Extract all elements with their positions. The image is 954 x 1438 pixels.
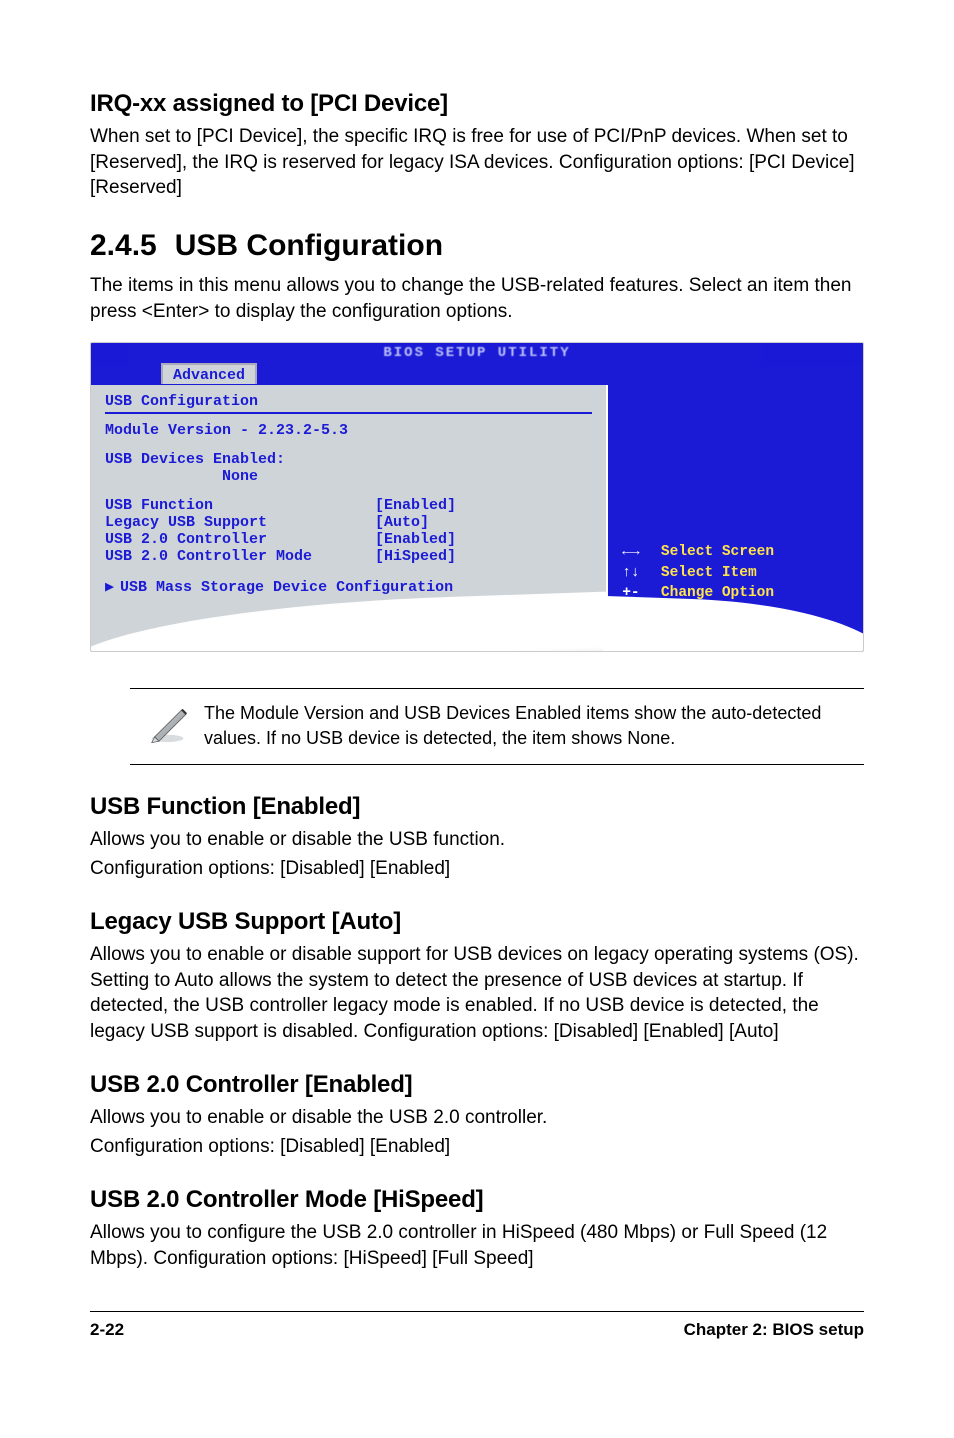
subsection-heading: USB 2.0 Controller Mode [HiSpeed] xyxy=(90,1186,864,1214)
page-footer: 2-22 Chapter 2: BIOS setup xyxy=(90,1311,864,1340)
bios-key-symbol: ↑↓ xyxy=(622,563,652,583)
bios-module-version: Module Version - 2.23.2-5.3 xyxy=(105,422,592,439)
bios-key-symbol: ←→ xyxy=(622,542,652,562)
note-pencil-icon xyxy=(134,701,204,747)
note-text: The Module Version and USB Devices Enabl… xyxy=(204,701,860,750)
subsection-paragraph: Allows you to configure the USB 2.0 cont… xyxy=(90,1220,864,1271)
bios-setting-row: USB 2.0 Controller Mode [HiSpeed] xyxy=(105,548,592,565)
bios-key-label: Select Screen xyxy=(652,544,774,560)
bios-pane-title: USB Configuration xyxy=(105,391,592,414)
bios-key-legend: ←→ Select Screen↑↓ Select Item+- Change … xyxy=(622,542,853,603)
bios-key-row: ←→ Select Screen xyxy=(622,542,853,562)
section-number: 2.4.5 xyxy=(90,229,157,263)
subsection: Legacy USB Support [Auto] Allows you to e… xyxy=(90,908,864,1045)
subsection-paragraph: Configuration options: [Disabled] [Enabl… xyxy=(90,856,864,882)
bios-settings-list: USB Function [Enabled]Legacy USB Support… xyxy=(105,497,592,565)
subsection: USB 2.0 Controller [Enabled] Allows you t… xyxy=(90,1071,864,1160)
bios-submenu: USB Mass Storage Device Configuration xyxy=(120,579,453,596)
subsection: USB Function [Enabled] Allows you to enab… xyxy=(90,793,864,882)
irq-heading: IRQ-xx assigned to [PCI Device] xyxy=(90,90,864,118)
bios-key-row: ↑↓ Select Item xyxy=(622,563,853,583)
footer-chapter: Chapter 2: BIOS setup xyxy=(684,1320,864,1340)
submenu-arrow-icon: ▶ xyxy=(105,579,114,596)
subsection-paragraph: Allows you to enable or disable the USB … xyxy=(90,827,864,853)
subsection-paragraph: Allows you to enable or disable support … xyxy=(90,942,864,1045)
footer-page-number: 2-22 xyxy=(90,1320,124,1340)
subsection-paragraph: Configuration options: [Disabled] [Enabl… xyxy=(90,1134,864,1160)
bios-right-pane: ←→ Select Screen↑↓ Select Item+- Change … xyxy=(608,385,863,652)
subsection-heading: USB Function [Enabled] xyxy=(90,793,864,821)
bios-setting-row: Legacy USB Support [Auto] xyxy=(105,514,592,531)
bios-devices-value: None xyxy=(105,468,592,485)
bios-setting-row: USB Function [Enabled] xyxy=(105,497,592,514)
bios-devices-label: USB Devices Enabled: xyxy=(105,451,592,468)
bios-utility-title: BIOS SETUP UTILITY xyxy=(91,343,863,365)
section-lead: The items in this menu allows you to cha… xyxy=(90,273,864,324)
subsection-heading: Legacy USB Support [Auto] xyxy=(90,908,864,936)
bios-screenshot: BIOS SETUP UTILITY Advanced USB Configur… xyxy=(90,342,864,652)
bios-setting-row: USB 2.0 Controller [Enabled] xyxy=(105,531,592,548)
section-title: USB Configuration xyxy=(175,229,443,262)
subsection: USB 2.0 Controller Mode [HiSpeed] Allows … xyxy=(90,1186,864,1271)
note-block: The Module Version and USB Devices Enabl… xyxy=(130,688,864,765)
bios-left-pane: USB Configuration Module Version - 2.23.… xyxy=(91,385,608,652)
bios-tab-advanced: Advanced xyxy=(161,363,257,384)
section-heading: 2.4.5 USB Configuration xyxy=(90,229,864,263)
subsection-heading: USB 2.0 Controller [Enabled] xyxy=(90,1071,864,1099)
irq-body: When set to [PCI Device], the specific I… xyxy=(90,124,864,201)
bios-key-label: Select Item xyxy=(652,565,756,581)
subsection-paragraph: Allows you to enable or disable the USB … xyxy=(90,1105,864,1131)
